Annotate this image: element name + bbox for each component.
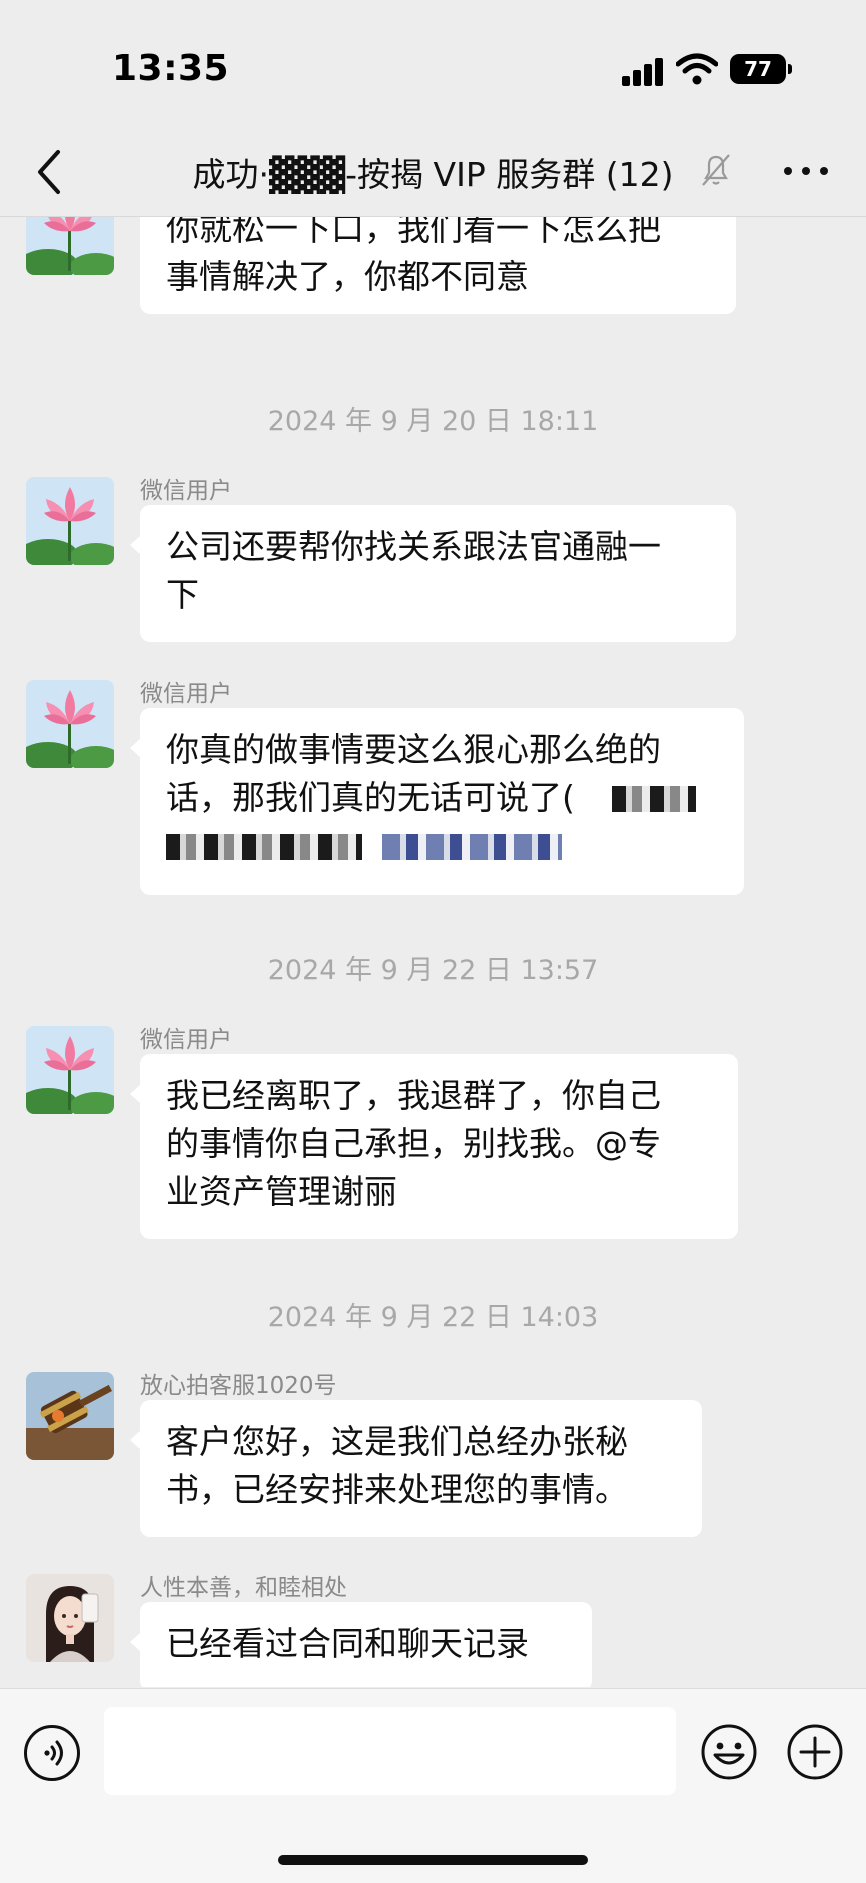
- input-toolbar: [0, 1688, 866, 1883]
- sender-name: 人性本善，和睦相处: [140, 1575, 347, 1601]
- redacted-text: [612, 786, 696, 812]
- message-bubble[interactable]: 已经看过合同和聊天记录: [130, 1602, 592, 1687]
- lotus-avatar[interactable]: [26, 680, 114, 768]
- battery-icon: 77: [730, 54, 792, 84]
- signal-icon: [622, 56, 666, 86]
- message-bubble[interactable]: 客户您好，这是我们总经办张秘 书，已经安排来处理您的事情。: [130, 1400, 702, 1537]
- girl-avatar[interactable]: [26, 1574, 114, 1662]
- chat-title: 成功·▓▓▓-按揭 VIP 服务群 (12): [192, 155, 674, 194]
- lotus-avatar[interactable]: [26, 477, 114, 565]
- message-bubble[interactable]: 你就松一下口，我们看一下怎么把 事情解决了，你都不同意: [140, 217, 736, 314]
- chat-header: 成功·▓▓▓-按揭 VIP 服务群 (12): [0, 130, 866, 217]
- home-indicator: [278, 1855, 588, 1865]
- message-bubble[interactable]: 我已经离职了，我退群了，你自己 的事情你自己承担，别找我。@专 业资产管理谢丽: [130, 1054, 738, 1239]
- message-bubble[interactable]: 公司还要帮你找关系跟法官通融一 下: [130, 505, 736, 642]
- status-bar: 13:35 77: [0, 0, 866, 130]
- bell-off-icon: [702, 154, 730, 186]
- sender-name: 微信用户: [140, 1027, 232, 1053]
- status-time: 13:35: [112, 48, 230, 89]
- voice-icon[interactable]: [24, 1725, 80, 1781]
- message-input[interactable]: [104, 1707, 676, 1795]
- more-dots-icon[interactable]: [784, 160, 828, 180]
- plus-icon[interactable]: [786, 1723, 844, 1781]
- emoji-icon[interactable]: [700, 1723, 758, 1781]
- timestamp: 2024 年 9 月 22 日 14:03: [267, 1302, 599, 1333]
- sender-name: 微信用户: [140, 478, 232, 504]
- sender-name: 微信用户: [140, 681, 232, 707]
- sender-name: 放心拍客服1020号: [140, 1373, 337, 1399]
- gavel-avatar[interactable]: [26, 1372, 114, 1460]
- message-bubble[interactable]: 你真的做事情要这么狠心那么绝的 话，那我们真的无话可说了(: [130, 708, 744, 895]
- lotus-avatar[interactable]: [26, 217, 114, 275]
- timestamp: 2024 年 9 月 22 日 13:57: [267, 955, 599, 986]
- timestamp: 2024 年 9 月 20 日 18:11: [267, 406, 599, 437]
- wifi-icon: [676, 53, 718, 85]
- chat-message-list[interactable]: 你就松一下口，我们看一下怎么把 事情解决了，你都不同意 2024 年 9 月 2…: [0, 217, 866, 1687]
- redacted-line: [166, 822, 718, 870]
- lotus-avatar[interactable]: [26, 1026, 114, 1114]
